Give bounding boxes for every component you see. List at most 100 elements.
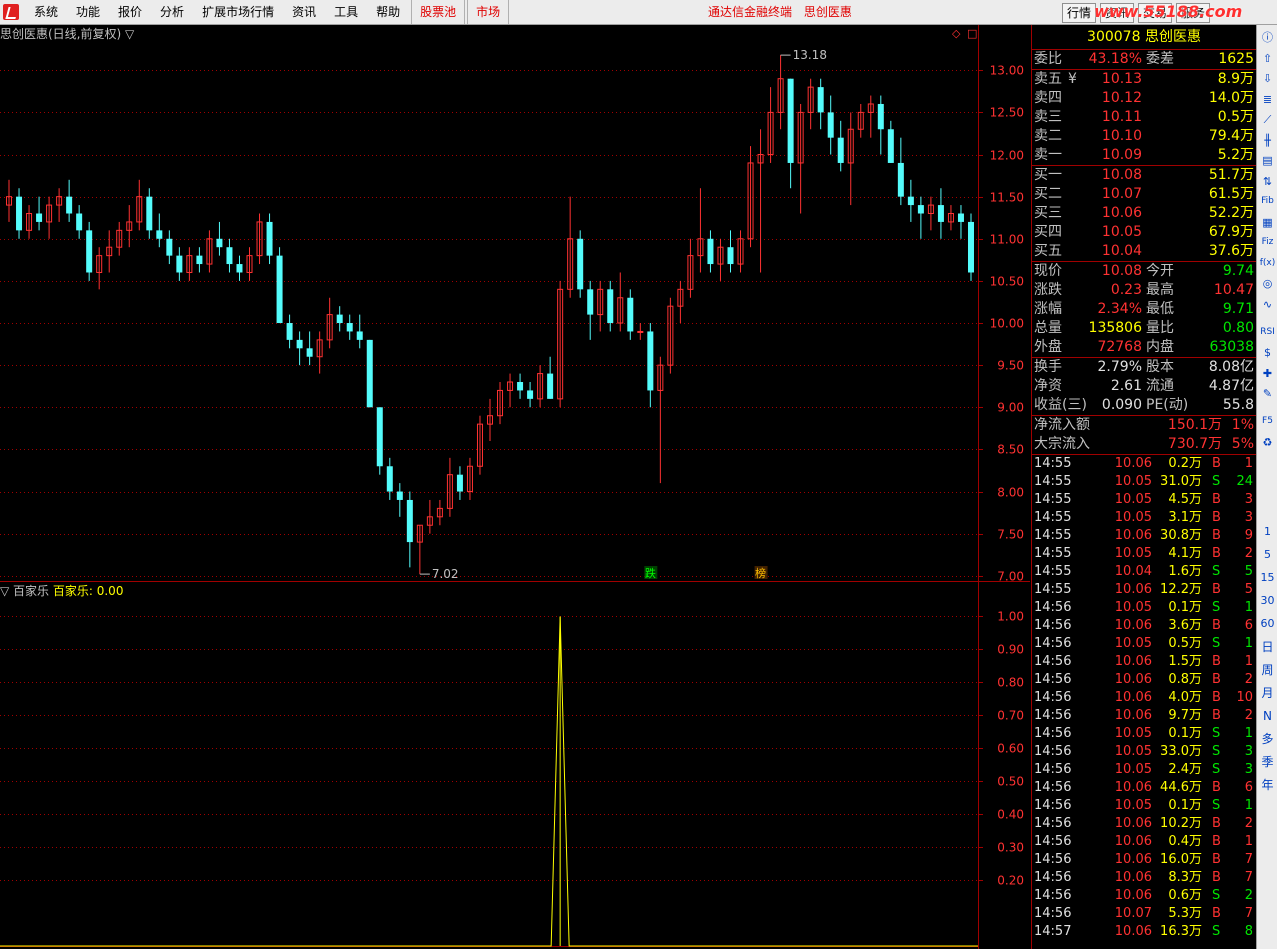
tick-volume: 16.3万 <box>1160 924 1202 939</box>
money-icon[interactable]: $ <box>1259 344 1276 361</box>
stock-header: 300078 思创医惠 <box>1032 25 1256 50</box>
f5-icon[interactable]: F5 <box>1259 413 1276 430</box>
tick-time: 14:55 <box>1034 564 1072 579</box>
period-1-button[interactable]: 1 <box>1259 523 1276 540</box>
circle-icon[interactable]: ◎ <box>1259 275 1276 292</box>
tick-time: 14:55 <box>1034 546 1072 561</box>
bang-mark: 榜 <box>755 566 766 580</box>
fx-icon[interactable]: f(x) <box>1259 255 1276 272</box>
recycle-icon[interactable]: ♻ <box>1259 434 1276 451</box>
candle-body-down <box>587 289 594 315</box>
period-30-button[interactable]: 30 <box>1259 592 1276 609</box>
stat-label: 现价 <box>1034 263 1062 279</box>
tick-list[interactable]: 14:55 10.06 0.2万 B 1 14:55 10.05 31.0万 S 24 14:55 1… <box>1032 455 1256 941</box>
tick-count: 2 <box>1244 672 1253 687</box>
info-icon[interactable]: ⓘ <box>1259 29 1276 46</box>
tick-volume: 0.8万 <box>1168 672 1202 687</box>
app-logo-icon <box>3 4 19 20</box>
menu-quote[interactable]: 报价 <box>109 0 151 24</box>
tick-row: 14:56 10.06 4.0万 B 10 <box>1032 689 1256 707</box>
down-arrow-icon[interactable]: ⇩ <box>1259 70 1276 87</box>
tick-price: 10.05 <box>1114 798 1152 813</box>
weibi-value: 43.18% <box>1088 51 1142 67</box>
buy-level-label: 买四 <box>1034 224 1062 240</box>
restore-icon[interactable]: □ <box>967 27 977 40</box>
fund-flow: 净流入额 150.1万 1% 大宗流入 730.7万 5% <box>1032 416 1256 455</box>
period-60-button[interactable]: 60 <box>1259 615 1276 632</box>
period-word-button[interactable]: 月 <box>1259 685 1276 702</box>
chart-title: 思创医惠(日线,前复权) ▽ <box>0 27 135 41</box>
period-5-button[interactable]: 5 <box>1259 546 1276 563</box>
candle-body-down <box>346 323 353 332</box>
cross-icon[interactable]: ✚ <box>1259 365 1276 382</box>
period-word-button[interactable]: N <box>1259 708 1276 725</box>
sell-price: 10.13 <box>1101 71 1142 87</box>
menu-market[interactable]: 市场 <box>467 0 510 24</box>
stock-name: 思创医惠 <box>1144 29 1201 45</box>
candle-body-down <box>296 339 303 349</box>
sort-icon[interactable]: ⇅ <box>1259 173 1276 190</box>
calendar-icon[interactable]: ▦ <box>1259 214 1276 231</box>
grid-icon[interactable]: ▤ <box>1259 152 1276 169</box>
buy-level-label: 买一 <box>1034 167 1062 183</box>
tick-direction: B <box>1212 456 1221 471</box>
sell-level-label: 卖五 <box>1034 71 1062 87</box>
diamond-icon[interactable]: ◇ <box>952 27 960 40</box>
price-tick-label: 9.00 <box>997 401 1024 415</box>
menu-help[interactable]: 帮助 <box>367 0 409 24</box>
tick-direction: S <box>1212 888 1221 903</box>
tick-direction: B <box>1212 618 1221 633</box>
period-word-button[interactable]: 日 <box>1259 639 1276 656</box>
menu-extended-market[interactable]: 扩展市场行情 <box>193 0 283 24</box>
terminal-title: 通达信金融终端 思创医惠 <box>708 0 860 24</box>
pencil-icon[interactable]: ✎ <box>1259 385 1276 402</box>
candle-body-down <box>647 331 654 391</box>
rsi-icon[interactable]: RSI <box>1259 324 1276 341</box>
fib-icon[interactable]: Fib <box>1259 193 1276 210</box>
wave-icon[interactable]: ∿ <box>1259 296 1276 313</box>
indicator-tick-label: 0.70 <box>997 709 1024 723</box>
period-word-button[interactable]: 周 <box>1259 662 1276 679</box>
period-15-button[interactable]: 15 <box>1259 569 1276 586</box>
menu-function[interactable]: 功能 <box>67 0 109 24</box>
kline-icon[interactable]: ╫ <box>1259 132 1276 149</box>
tick-direction: S <box>1212 636 1221 651</box>
line-chart-icon[interactable]: ⟋ <box>1259 111 1276 128</box>
candle-body-down <box>897 162 904 197</box>
stat-value: 63038 <box>1209 339 1254 355</box>
tick-price: 10.05 <box>1114 546 1152 561</box>
quote-tab-button[interactable]: 行情 <box>1062 3 1097 23</box>
up-arrow-icon[interactable]: ⇧ <box>1259 50 1276 67</box>
kline-chart-svg[interactable]: 13.00 12.50 12.00 11.50 11.00 10.50 10.00 9.50 9… <box>0 25 1030 949</box>
candle-body-down <box>166 238 173 256</box>
price-stats: 现价 10.08 今开 9.74 涨跌 0.23 最高 10.47 涨幅 2.34% 最低 9.71 总… <box>1032 262 1256 358</box>
menu-system[interactable]: 系统 <box>25 0 67 24</box>
chart-area[interactable]: 13.00 12.50 12.00 11.50 11.00 10.50 10.00 9.50 9… <box>0 25 1030 949</box>
fiz-icon[interactable]: Fiz <box>1259 234 1276 251</box>
buy-price: 10.08 <box>1101 167 1142 183</box>
stat-row: 现价 10.08 今开 9.74 <box>1032 262 1256 281</box>
menu-tools[interactable]: 工具 <box>325 0 367 24</box>
list-icon[interactable]: ≣ <box>1259 91 1276 108</box>
tick-direction: B <box>1212 870 1221 885</box>
tick-time: 14:56 <box>1034 618 1072 633</box>
menu-stock-pool[interactable]: 股票池 <box>411 0 466 24</box>
period-word-button[interactable]: 季 <box>1259 754 1276 771</box>
period-word-button[interactable]: 年 <box>1259 777 1276 794</box>
candle-body-down <box>957 213 964 222</box>
tick-volume: 12.2万 <box>1160 582 1202 597</box>
sell-level-row: 卖四 10.12 14.0万 <box>1032 89 1256 108</box>
period-word-button[interactable]: 多 <box>1259 731 1276 748</box>
candle-body-down <box>627 297 634 332</box>
stat-value: 10.08 <box>1101 263 1142 279</box>
tick-price: 10.06 <box>1114 924 1152 939</box>
tick-volume: 30.8万 <box>1160 528 1202 543</box>
candle-body-down <box>86 230 93 273</box>
menu-news[interactable]: 资讯 <box>283 0 325 24</box>
menu-analysis[interactable]: 分析 <box>151 0 193 24</box>
tick-direction: B <box>1212 528 1221 543</box>
tick-row: 14:56 10.06 0.4万 B 1 <box>1032 833 1256 851</box>
price-tick-label: 8.00 <box>997 486 1024 500</box>
tick-count: 7 <box>1244 852 1253 867</box>
tick-row: 14:55 10.06 30.8万 B 9 <box>1032 527 1256 545</box>
